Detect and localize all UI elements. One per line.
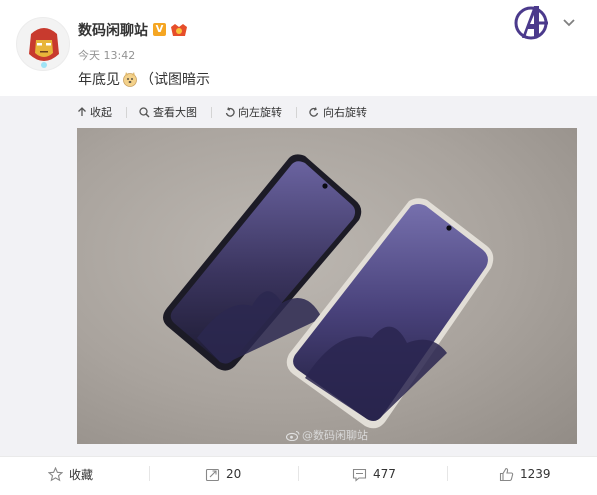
thumbs-up-icon bbox=[499, 467, 514, 481]
toolbar-divider bbox=[211, 106, 212, 118]
watermark-text: @数码闲聊站 bbox=[302, 429, 368, 442]
weibo-post: 数码闲聊站 V 今天 13:42 年底见 （试图暗示 收起 查看大图 向左旋转 … bbox=[0, 0, 597, 495]
action-divider bbox=[447, 466, 448, 481]
verified-badge-icon: V bbox=[153, 23, 166, 36]
rotate-right-label: 向右旋转 bbox=[323, 106, 367, 119]
post-text-part1: 年底见 bbox=[78, 72, 120, 88]
repost-count: 20 bbox=[226, 467, 242, 481]
phones-photo bbox=[163, 154, 494, 429]
like-button[interactable]: 1239 bbox=[499, 464, 551, 484]
comment-button[interactable]: 477 bbox=[352, 464, 396, 484]
favorite-button[interactable]: 收藏 bbox=[48, 464, 93, 484]
doge-emoji-icon bbox=[123, 72, 137, 87]
chevron-down-icon[interactable] bbox=[562, 18, 576, 28]
repost-button[interactable]: 20 bbox=[205, 464, 241, 484]
arrow-up-icon bbox=[78, 107, 86, 116]
like-count: 1239 bbox=[520, 467, 551, 481]
vip-badge-icon bbox=[171, 24, 187, 36]
rotate-right-icon bbox=[309, 106, 319, 117]
rotate-right-button[interactable]: 向右旋转 bbox=[309, 104, 367, 120]
avatar[interactable] bbox=[16, 17, 70, 71]
post-photo[interactable] bbox=[77, 128, 577, 444]
username[interactable]: 数码闲聊站 bbox=[78, 20, 148, 40]
favorite-label: 收藏 bbox=[69, 467, 94, 482]
action-divider bbox=[298, 466, 299, 481]
collapse-button[interactable]: 收起 bbox=[77, 104, 112, 120]
comment-icon bbox=[352, 468, 367, 482]
rotate-left-label: 向左旋转 bbox=[238, 106, 282, 119]
post-timestamp[interactable]: 今天 13:42 bbox=[78, 47, 135, 63]
post-text-part2: （试图暗示 bbox=[140, 72, 210, 88]
rotate-left-icon bbox=[225, 106, 235, 117]
action-bar-divider bbox=[0, 456, 597, 457]
image-toolbar: 收起 查看大图 向左旋转 向右旋转 bbox=[77, 103, 381, 121]
weibo-logo-icon bbox=[286, 430, 300, 441]
repost-icon bbox=[205, 468, 220, 481]
action-divider bbox=[149, 466, 150, 481]
magnifier-icon bbox=[139, 106, 150, 117]
toolbar-divider bbox=[126, 106, 127, 118]
toolbar-divider bbox=[296, 106, 297, 118]
post-text: 年底见 （试图暗示 bbox=[78, 69, 210, 89]
view-large-button[interactable]: 查看大图 bbox=[139, 104, 197, 120]
comment-count: 477 bbox=[373, 467, 396, 481]
view-large-label: 查看大图 bbox=[153, 106, 197, 119]
collapse-label: 收起 bbox=[90, 106, 112, 119]
star-icon bbox=[48, 466, 63, 481]
photo-watermark: @数码闲聊站 bbox=[286, 427, 368, 443]
avengers-logo-icon[interactable] bbox=[512, 3, 550, 43]
ironman-avatar-icon bbox=[29, 28, 59, 68]
rotate-left-button[interactable]: 向左旋转 bbox=[224, 104, 282, 120]
